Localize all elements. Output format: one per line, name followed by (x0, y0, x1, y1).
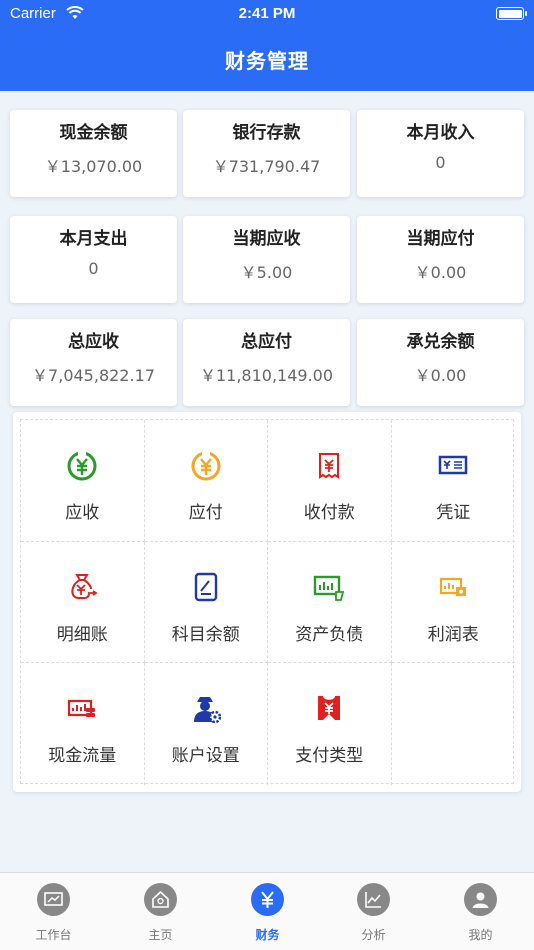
cash-flow-icon (67, 699, 95, 717)
stat-card-period-receivable[interactable]: 当期应收 ￥5.00 (183, 216, 350, 303)
tab-label: 工作台 (35, 928, 72, 942)
stat-card-monthly-expense[interactable]: 本月支出 0 (10, 216, 177, 303)
stat-value: ￥0.00 (414, 263, 467, 282)
stat-value: ￥0.00 (414, 366, 467, 385)
tab-workbench[interactable]: 工作台 (0, 873, 107, 950)
clock-time: 2:41 PM (238, 5, 296, 22)
tab-analysis[interactable]: 分析 (320, 873, 427, 950)
home-icon (144, 883, 177, 916)
stat-label: 总应收 (68, 332, 119, 352)
menu-item-receipts-payments[interactable]: 收付款 (268, 420, 392, 542)
balance-sheet-icon (313, 575, 345, 601)
stat-value: 0 (435, 153, 446, 172)
menu-item-label: 账户设置 (171, 746, 240, 766)
stat-value: 0 (88, 259, 99, 278)
stat-value: ￥7,045,822.17 (32, 366, 155, 385)
chart-icon (357, 883, 390, 916)
menu-item-label: 明细账 (56, 624, 108, 645)
stat-card-period-payable[interactable]: 当期应付 ￥0.00 (357, 216, 524, 303)
menu-item-label: 利润表 (427, 624, 479, 645)
function-grid-inner: 应收 应付 收付款 凭证 明细账 科目余额 资产负债 利润表 现金流量 账户设置… (20, 419, 516, 785)
stat-card-acceptance-balance[interactable]: 承兑余额 ￥0.00 (357, 319, 524, 406)
menu-item-label: 现金流量 (48, 746, 117, 766)
menu-item-label: 凭证 (436, 503, 471, 523)
stat-label: 当期应付 (406, 229, 475, 249)
tab-home[interactable]: 主页 (107, 873, 214, 950)
function-grid: 应收 应付 收付款 凭证 明细账 科目余额 资产负债 利润表 现金流量 账户设置… (13, 412, 521, 792)
tab-label: 我的 (468, 928, 493, 942)
tab-label: 主页 (148, 928, 173, 942)
stat-label: 银行存款 (232, 123, 301, 143)
voucher-icon (438, 455, 467, 475)
stat-value: ￥13,070.00 (44, 157, 143, 176)
document-icon (194, 572, 217, 601)
stat-label: 承兑余额 (406, 332, 475, 352)
menu-item-payable[interactable]: 应付 (144, 420, 268, 542)
stat-label: 本月支出 (59, 229, 128, 249)
menu-item-cash-flow[interactable]: 现金流量 (21, 663, 145, 785)
stat-label: 现金余额 (59, 123, 128, 143)
payment-type-icon (318, 696, 340, 720)
receipt-icon (319, 453, 339, 479)
receivable-icon (67, 450, 97, 481)
menu-item-label: 支付类型 (295, 746, 364, 766)
stat-value: ￥11,810,149.00 (199, 366, 334, 385)
menu-item-label: 应收 (65, 503, 100, 523)
profile-icon (464, 883, 497, 916)
account-settings-icon (193, 697, 221, 724)
tab-label: 分析 (361, 928, 386, 942)
stat-card-total-payable[interactable]: 总应付 ￥11,810,149.00 (183, 319, 350, 406)
menu-item-account-settings[interactable]: 账户设置 (145, 663, 268, 785)
stat-value: ￥731,790.47 (212, 157, 321, 176)
money-bag-icon (71, 573, 98, 599)
stat-label: 当期应收 (232, 229, 301, 249)
stat-card-bank-deposit[interactable]: 银行存款 ￥731,790.47 (183, 110, 350, 197)
stat-value: ￥5.00 (240, 263, 293, 282)
menu-item-voucher[interactable]: 凭证 (391, 420, 515, 542)
page-title: 财务管理 (225, 49, 309, 73)
stat-label: 总应付 (241, 332, 292, 352)
menu-item-label: 资产负债 (295, 624, 364, 645)
menu-item-empty (392, 663, 516, 785)
menu-item-receivable[interactable]: 应收 (21, 420, 145, 542)
menu-item-payment-type[interactable]: 支付类型 (268, 663, 392, 785)
stat-card-monthly-income[interactable]: 本月收入 0 (357, 110, 524, 197)
menu-item-account-balance[interactable]: 科目余额 (144, 541, 268, 663)
tab-label: 财务 (255, 928, 280, 942)
menu-item-label: 收付款 (303, 503, 355, 523)
stat-card-cash-balance[interactable]: 现金余额 ￥13,070.00 (10, 110, 177, 197)
menu-item-detail-ledger[interactable]: 明细账 (21, 541, 145, 663)
menu-item-label: 应付 (188, 503, 223, 523)
dashboard-icon (37, 883, 70, 916)
stat-label: 本月收入 (406, 123, 475, 143)
profit-chart-icon (439, 577, 466, 596)
bottom-tab-bar: 工作台 主页 财务 分析 我的 (0, 872, 534, 950)
menu-item-balance-sheet[interactable]: 资产负债 (268, 541, 392, 663)
tab-finance[interactable]: 财务 (214, 873, 321, 950)
payable-icon (191, 450, 220, 481)
header-bar: Carrier 2:41 PM 财务管理 (0, 0, 534, 91)
yuan-icon (251, 883, 284, 916)
menu-item-label: 科目余额 (171, 624, 240, 645)
status-bar: Carrier 2:41 PM (0, 0, 534, 30)
battery-icon (496, 7, 527, 20)
stat-card-total-receivable[interactable]: 总应收 ￥7,045,822.17 (10, 319, 177, 406)
menu-item-income-statement[interactable]: 利润表 (391, 542, 515, 663)
tab-profile[interactable]: 我的 (427, 873, 534, 950)
